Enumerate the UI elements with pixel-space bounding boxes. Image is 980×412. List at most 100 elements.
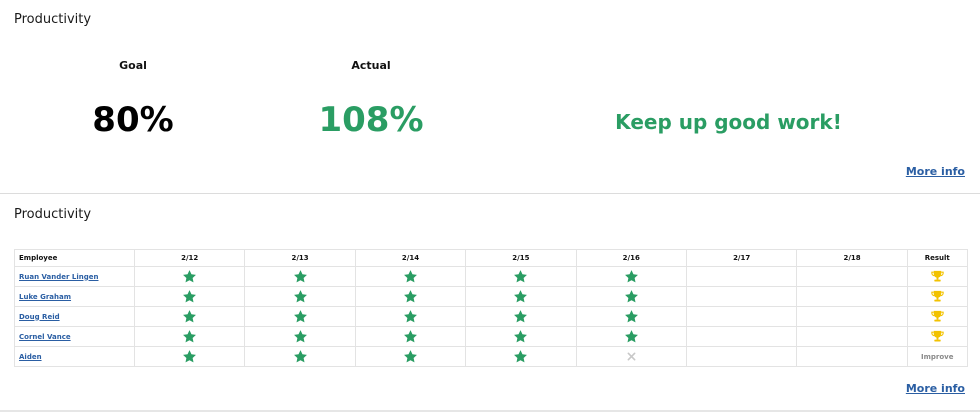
star-icon — [293, 310, 307, 323]
employee-column-header: Employee — [14, 249, 135, 267]
day-cell — [685, 306, 798, 327]
day-cell — [354, 346, 467, 367]
day-cell — [354, 306, 467, 327]
result-cell: Improve — [906, 346, 968, 367]
status-message: Keep up good work! — [615, 110, 842, 134]
star-icon — [624, 270, 638, 283]
day-cell — [575, 326, 687, 347]
summary-panel-title: Productivity — [14, 12, 92, 27]
day-cell — [244, 306, 356, 327]
x-icon — [627, 352, 636, 361]
trophy-icon — [931, 270, 944, 282]
star-icon — [183, 330, 197, 343]
day-cell — [685, 266, 798, 287]
star-icon — [404, 290, 417, 303]
day-cell — [244, 326, 356, 347]
day-cell — [465, 266, 577, 287]
day-cell — [575, 346, 687, 367]
actual-label: Actual — [351, 59, 391, 72]
star-icon — [404, 350, 417, 363]
more-info-link[interactable]: More info — [906, 382, 965, 395]
trophy-icon — [931, 330, 944, 342]
day-cell — [133, 306, 246, 327]
day-cell — [133, 266, 246, 287]
goal-label: Goal — [119, 59, 147, 72]
star-icon — [514, 310, 528, 323]
star-icon — [404, 310, 417, 323]
day-cell — [575, 286, 687, 307]
table-row: Ruan Vander Lingen — [14, 266, 968, 287]
day-cell — [244, 266, 356, 287]
date-column-header: 2/15 — [465, 249, 577, 267]
employee-cell: Luke Graham — [14, 286, 135, 307]
date-column-header: 2/12 — [133, 249, 246, 267]
star-icon — [624, 290, 638, 303]
star-icon — [293, 290, 307, 303]
star-icon — [293, 270, 307, 283]
result-cell — [906, 266, 968, 287]
star-icon — [514, 290, 528, 303]
day-cell — [244, 286, 356, 307]
actual-value: 108% — [318, 100, 424, 140]
star-icon — [183, 310, 197, 323]
star-icon — [514, 350, 528, 363]
table-header-row: Employee 2/12 2/13 2/14 2/15 2/16 2/17 2… — [14, 249, 968, 267]
date-column-header: 2/13 — [244, 249, 356, 267]
table-row: Aiden Improve — [14, 346, 968, 367]
table-panel-title: Productivity — [14, 207, 92, 222]
day-cell — [796, 286, 908, 307]
star-icon — [293, 330, 307, 343]
employee-name-link[interactable]: Ruan Vander Lingen — [19, 273, 99, 281]
day-cell — [354, 266, 467, 287]
day-cell — [685, 286, 798, 307]
star-icon — [624, 310, 638, 323]
productivity-table-panel: Productivity Employee 2/12 2/13 2/14 2/1… — [0, 195, 980, 412]
day-cell — [465, 346, 577, 367]
trophy-icon — [931, 310, 944, 322]
date-column-header: 2/14 — [354, 249, 467, 267]
productivity-summary-panel: Productivity Goal Actual 80% 108% Keep u… — [0, 0, 980, 194]
day-cell — [575, 306, 687, 327]
star-icon — [183, 290, 197, 303]
result-cell — [906, 286, 968, 307]
day-cell — [465, 286, 577, 307]
day-cell — [465, 326, 577, 347]
result-cell — [906, 326, 968, 347]
day-cell — [465, 306, 577, 327]
day-cell — [133, 286, 246, 307]
day-cell — [685, 326, 798, 347]
star-icon — [404, 330, 417, 343]
day-cell — [244, 346, 356, 367]
employee-cell: Doug Reid — [14, 306, 135, 327]
table-row: Luke Graham — [14, 286, 968, 307]
star-icon — [183, 350, 197, 363]
star-icon — [624, 330, 638, 343]
date-column-header: 2/17 — [685, 249, 798, 267]
productivity-table: Employee 2/12 2/13 2/14 2/15 2/16 2/17 2… — [14, 249, 968, 367]
employee-name-link[interactable]: Doug Reid — [19, 313, 60, 321]
employee-name-link[interactable]: Aiden — [19, 353, 42, 361]
star-icon — [293, 350, 307, 363]
trophy-icon — [931, 290, 944, 302]
employee-name-link[interactable]: Cornel Vance — [19, 333, 71, 341]
more-info-link[interactable]: More info — [906, 165, 965, 178]
day-cell — [133, 326, 246, 347]
day-cell — [133, 346, 246, 367]
result-cell — [906, 306, 968, 327]
day-cell — [685, 346, 798, 367]
date-column-header: 2/16 — [575, 249, 687, 267]
employee-cell: Cornel Vance — [14, 326, 135, 347]
result-column-header: Result — [906, 249, 968, 267]
star-icon — [514, 330, 528, 343]
date-column-header: 2/18 — [796, 249, 908, 267]
employee-cell: Aiden — [14, 346, 135, 367]
day-cell — [796, 326, 908, 347]
day-cell — [354, 326, 467, 347]
day-cell — [796, 346, 908, 367]
star-icon — [514, 270, 528, 283]
star-icon — [183, 270, 197, 283]
star-icon — [404, 270, 417, 283]
goal-value: 80% — [92, 100, 174, 140]
employee-name-link[interactable]: Luke Graham — [19, 293, 71, 301]
result-text: Improve — [920, 352, 954, 361]
